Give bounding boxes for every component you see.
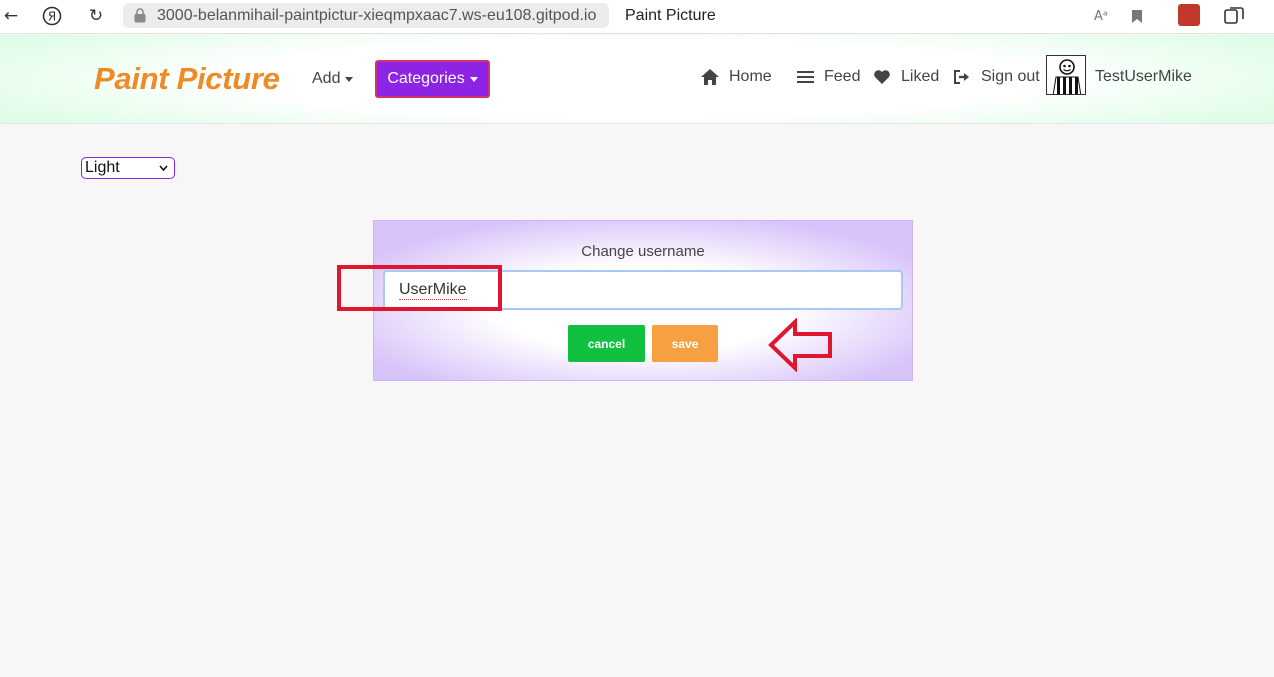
- caret-down-icon: [469, 76, 478, 82]
- svg-text:Я: Я: [48, 10, 56, 24]
- yandex-icon[interactable]: Я: [41, 5, 63, 27]
- nav-home[interactable]: Home: [700, 67, 772, 87]
- extension-icon[interactable]: [1178, 4, 1200, 26]
- nav-liked-label: Liked: [901, 68, 940, 85]
- nav-sign-out[interactable]: Sign out: [952, 67, 1040, 87]
- url-text: 3000-belanmihail-paintpictur-xieqmpxaac7…: [157, 6, 597, 24]
- nav-feed-label: Feed: [824, 68, 861, 85]
- nav-feed[interactable]: Feed: [795, 67, 860, 87]
- theme-selected-value: Light: [85, 159, 120, 176]
- home-icon: [700, 67, 720, 87]
- avatar[interactable]: [1046, 55, 1086, 95]
- card-title: Change username: [581, 243, 705, 260]
- heart-icon: [872, 67, 892, 87]
- save-button[interactable]: save: [652, 325, 718, 362]
- categories-label: Categories: [387, 70, 465, 87]
- address-bar[interactable]: 3000-belanmihail-paintpictur-xieqmpxaac7…: [123, 3, 609, 28]
- app-navbar: Paint Picture Add Categories Home Feed L…: [0, 35, 1274, 124]
- translate-icon[interactable]: Aᵃ: [1090, 5, 1112, 27]
- cancel-button[interactable]: cancel: [568, 325, 645, 362]
- chevron-down-icon: [159, 165, 168, 171]
- categories-dropdown-button[interactable]: Categories: [375, 60, 490, 98]
- nav-home-label: Home: [729, 68, 772, 85]
- bookmark-icon[interactable]: [1126, 5, 1148, 27]
- browser-toolbar: ← Я ↻ 3000-belanmihail-paintpictur-xieqm…: [0, 0, 1274, 34]
- feed-icon: [795, 67, 815, 87]
- brand-logo[interactable]: Paint Picture: [94, 61, 280, 97]
- highlight-box-annotation: [337, 265, 502, 311]
- caret-down-icon: [345, 76, 354, 82]
- add-dropdown[interactable]: Add: [312, 70, 354, 88]
- left-arrow-annotation-icon: [768, 318, 832, 372]
- sign-out-icon: [952, 67, 972, 87]
- theme-select[interactable]: Light: [81, 157, 175, 179]
- nav-liked[interactable]: Liked: [872, 67, 939, 87]
- collections-icon[interactable]: [1223, 5, 1245, 27]
- lock-icon: [134, 8, 146, 23]
- back-icon[interactable]: ←: [0, 5, 22, 27]
- username-link[interactable]: TestUserMike: [1095, 68, 1192, 86]
- reload-icon[interactable]: ↻: [85, 5, 107, 27]
- nav-sign-out-label: Sign out: [981, 68, 1040, 85]
- tab-title: Paint Picture: [625, 7, 716, 24]
- add-label: Add: [312, 70, 341, 87]
